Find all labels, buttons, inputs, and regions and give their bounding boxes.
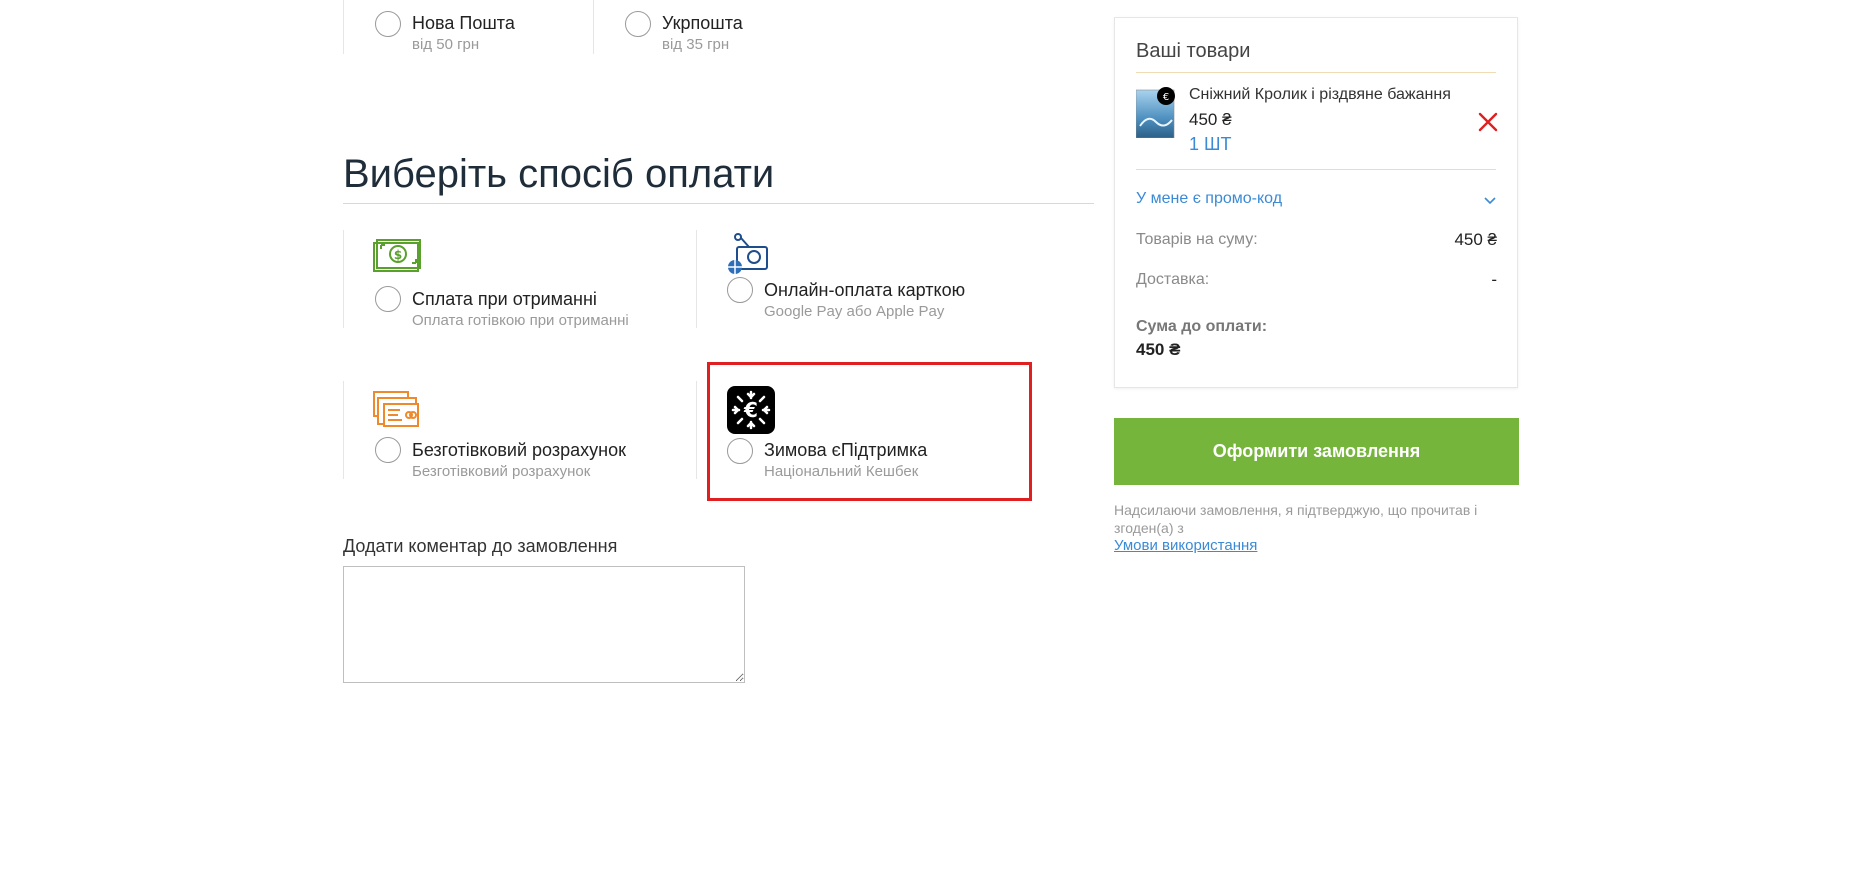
items-total-value: 450 ₴: [1454, 230, 1497, 249]
place-order-button[interactable]: Оформити замовлення: [1114, 418, 1519, 485]
delivery-radio-ukrposhta[interactable]: [625, 11, 651, 37]
summary-divider: [1136, 169, 1496, 170]
payment-option-online-card[interactable]: Онлайн-оплата карткою Google Pay або App…: [696, 230, 1049, 328]
payment-subtitle: Оплата готівкою при отриманні: [412, 312, 629, 329]
delivery-title: Укрпошта: [662, 13, 743, 33]
cash-icon: $: [373, 239, 421, 272]
heading-divider: [343, 203, 1094, 204]
payment-option-cashless[interactable]: Безготівковий розрахунок Безготівковий р…: [343, 381, 696, 480]
payment-radio-online-card[interactable]: [727, 277, 753, 303]
remove-item-icon[interactable]: [1476, 110, 1500, 134]
promo-code-toggle[interactable]: У мене є промо-код: [1136, 190, 1498, 214]
payment-radio-cashless[interactable]: [375, 437, 401, 463]
payment-title: Безготівковий розрахунок: [412, 440, 626, 460]
delivery-value: -: [1491, 270, 1497, 289]
svg-text:€: €: [1163, 92, 1169, 103]
consent-text: Надсилаючи замовлення, я підтверджую, що…: [1114, 502, 1478, 536]
payment-option-cash[interactable]: $ Сплата при отриманні Оплата готівкою п…: [343, 230, 696, 329]
selection-highlight: [707, 362, 1032, 501]
payment-heading: Виберіть спосіб оплати: [343, 152, 775, 196]
payment-subtitle: Google Pay або Apple Pay: [764, 303, 945, 320]
comment-textarea[interactable]: [343, 566, 745, 683]
order-summary: Ваші товари € Сніжний Кролик і різдвяне …: [1114, 17, 1518, 388]
delivery-radio-nova-poshta[interactable]: [375, 11, 401, 37]
delivery-price: від 50 грн: [412, 36, 480, 53]
svg-text:$: $: [394, 248, 402, 262]
payment-subtitle: Безготівковий розрахунок: [412, 463, 591, 480]
chevron-down-icon: [1484, 197, 1496, 205]
invoice-card-icon: [373, 391, 419, 427]
online-wallet-icon: [728, 233, 768, 274]
delivery-title: Нова Пошта: [412, 13, 515, 33]
comment-label: Додати коментар до замовлення: [343, 536, 618, 556]
promo-code-label: У мене є промо-код: [1136, 190, 1283, 207]
grand-total-label: Сума до оплати:: [1136, 318, 1268, 335]
payment-title: Онлайн-оплата карткою: [764, 280, 966, 300]
product-price: 450 ₴: [1189, 110, 1232, 129]
payment-title: Сплата при отриманні: [412, 289, 597, 309]
summary-title: Ваші товари: [1136, 40, 1251, 62]
delivery-price: від 35 грн: [662, 36, 730, 53]
product-name[interactable]: Сніжний Кролик і різдвяне бажання: [1189, 86, 1451, 104]
summary-divider: [1136, 72, 1496, 73]
delivery-label: Доставка:: [1136, 271, 1210, 288]
product-thumbnail: €: [1136, 87, 1175, 138]
items-total-label: Товарів на суму:: [1136, 231, 1258, 248]
terms-link[interactable]: Умови використання: [1114, 537, 1257, 554]
product-quantity[interactable]: 1 ШТ: [1189, 134, 1232, 155]
payment-radio-cash[interactable]: [375, 286, 401, 312]
grand-total-value: 450 ₴: [1136, 340, 1181, 359]
delivery-option-nova-poshta[interactable]: Нова Пошта від 50 грн: [343, 0, 593, 54]
delivery-option-ukrposhta[interactable]: Укрпошта від 35 грн: [593, 0, 843, 54]
